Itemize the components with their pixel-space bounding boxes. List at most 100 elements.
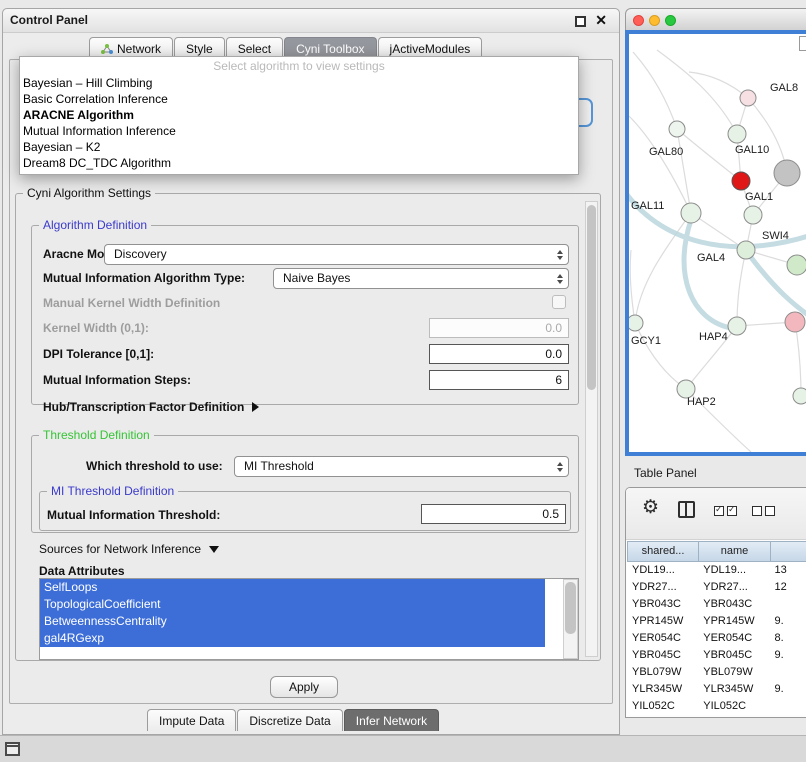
algorithm-option[interactable]: Bayesian – K2 [20, 139, 578, 155]
panel-title: Control Panel [10, 13, 88, 27]
dropdown-arrows-icon [557, 462, 563, 472]
which-threshold-select[interactable]: MI Threshold [234, 456, 569, 477]
unselect-all-columns-icon[interactable] [752, 506, 775, 516]
network-node[interactable] [728, 317, 746, 335]
algorithm-option[interactable]: Basic Correlation Inference [20, 91, 578, 107]
mi-type-select[interactable]: Naive Bayes [273, 268, 569, 289]
column-header-partial[interactable] [771, 541, 806, 562]
algorithm-option[interactable]: ARACNE Algorithm [20, 107, 578, 123]
cell-name: YBR043C [698, 596, 769, 613]
network-node[interactable] [737, 241, 755, 259]
aracne-mode-select[interactable]: Discovery [104, 244, 569, 265]
network-node-label: GAL8 [770, 82, 798, 94]
network-node[interactable] [785, 312, 805, 332]
canvas-scrollbar-button[interactable] [799, 36, 806, 51]
tab-label: Network [117, 42, 161, 56]
network-node[interactable] [793, 388, 806, 404]
column-header-shared-name[interactable]: shared... [627, 541, 699, 562]
restore-panel-icon[interactable] [5, 742, 20, 756]
table-row[interactable]: YBR045C YBR045C 9. [627, 647, 806, 664]
attribute-list-item[interactable]: TopologicalCoefficient [40, 596, 545, 613]
minimize-window-icon[interactable] [649, 15, 660, 26]
attributes-scrollbar-thumb[interactable] [565, 582, 576, 634]
table-row[interactable]: YBR043C YBR043C [627, 596, 806, 613]
network-node[interactable] [629, 315, 643, 331]
cell-name: YPR145W [698, 613, 769, 630]
attributes-scrollbar[interactable] [563, 579, 578, 659]
cell-value: 9. [769, 647, 806, 664]
unchecked-box-icon [765, 506, 775, 516]
network-node-label: HAP4 [699, 331, 728, 343]
tab-discretize-data[interactable]: Discretize Data [237, 709, 342, 731]
tab-infer-network[interactable]: Infer Network [344, 709, 439, 731]
attribute-list-item[interactable]: SelfLoops [40, 579, 545, 596]
mi-type-label: Mutual Information Algorithm Type: [43, 271, 245, 285]
algorithm-popup-placeholder: Select algorithm to view settings [20, 58, 578, 75]
hub-definition-section[interactable]: Hub/Transcription Factor Definition [43, 400, 259, 414]
table-row[interactable]: YPR145W YPR145W 9. [627, 613, 806, 630]
checked-box-icon [714, 506, 724, 516]
network-node[interactable] [744, 206, 762, 224]
network-node[interactable] [774, 160, 800, 186]
algorithm-dropdown-popup: Select algorithm to view settings Bayesi… [19, 56, 579, 175]
zoom-window-icon[interactable] [665, 15, 676, 26]
network-node[interactable] [732, 172, 750, 190]
algorithm-option[interactable]: Mutual Information Inference [20, 123, 578, 139]
attribute-list-item[interactable]: gal4RGexp [40, 630, 545, 647]
network-tab-icon [101, 43, 113, 55]
close-window-icon[interactable] [633, 15, 644, 26]
cell-name: YER054C [698, 630, 769, 647]
float-panel-icon[interactable] [575, 16, 586, 27]
mi-steps-input[interactable]: 6 [429, 370, 569, 390]
cell-name: YBL079W [698, 664, 769, 681]
table-row[interactable]: YDR27... YDR27... 12 [627, 579, 806, 596]
network-node[interactable] [669, 121, 685, 137]
dpi-tolerance-input[interactable]: 0.0 [429, 344, 569, 364]
table-row[interactable]: YER054C YER054C 8. [627, 630, 806, 647]
attribute-list-item[interactable]: BetweennessCentrality [40, 613, 545, 630]
cell-value: 13 [769, 562, 806, 579]
apply-button[interactable]: Apply [270, 676, 338, 698]
tab-impute-data[interactable]: Impute Data [147, 709, 236, 731]
cell-value: 8. [769, 630, 806, 647]
gear-icon[interactable]: ⚙ [642, 498, 659, 517]
table-row[interactable]: YLR345W YLR345W 9. [627, 681, 806, 698]
table-row[interactable]: YBL079W YBL079W [627, 664, 806, 681]
network-canvas-frame: GAL8GAL80GAL10GAL11GAL1SWI4GAL4GCY1HAP4H… [625, 30, 806, 456]
network-graph: GAL8GAL80GAL10GAL11GAL1SWI4GAL4GCY1HAP4H… [629, 34, 806, 452]
network-node[interactable] [681, 203, 701, 223]
close-panel-icon[interactable]: ✕ [595, 12, 607, 29]
cell-name: YIL052C [698, 698, 769, 715]
column-header-name[interactable]: name [699, 541, 771, 562]
mi-threshold-label: Mutual Information Threshold: [47, 508, 220, 522]
manual-kernel-checkbox[interactable] [552, 295, 566, 309]
data-attributes-list[interactable]: SelfLoopsTopologicalCoefficientBetweenne… [39, 578, 579, 660]
cell-name: YBR045C [698, 647, 769, 664]
table-row[interactable]: YDL19... YDL19... 13 [627, 562, 806, 579]
network-node[interactable] [740, 90, 756, 106]
algorithm-option[interactable]: Bayesian – Hill Climbing [20, 75, 578, 91]
network-node[interactable] [787, 255, 806, 275]
mi-threshold-input[interactable]: 0.5 [421, 504, 566, 524]
kernel-width-input[interactable]: 0.0 [429, 318, 569, 338]
sources-section-header[interactable]: Sources for Network Inference [39, 542, 219, 556]
cyni-settings-group-title: Cyni Algorithm Settings [23, 186, 155, 200]
control-panel-titlebar[interactable]: Control Panel ✕ [3, 9, 619, 33]
settings-scrollbar-thumb[interactable] [587, 205, 596, 390]
table-toolbar: ⚙ [626, 488, 806, 540]
columns-icon[interactable] [678, 501, 695, 518]
network-node-label: SWI4 [762, 230, 789, 242]
settings-scrollbar[interactable] [585, 201, 598, 657]
algorithm-option[interactable]: Dream8 DC_TDC Algorithm [20, 155, 578, 171]
network-window-titlebar[interactable] [625, 8, 806, 30]
network-node[interactable] [728, 125, 746, 143]
network-canvas[interactable]: GAL8GAL80GAL10GAL11GAL1SWI4GAL4GCY1HAP4H… [629, 34, 806, 452]
cell-shared-name: YPR145W [627, 613, 698, 630]
collapse-arrow-icon[interactable] [209, 546, 219, 553]
select-all-columns-icon[interactable] [714, 506, 737, 516]
table-row[interactable]: YIL052C YIL052C [627, 698, 806, 715]
data-attributes-label: Data Attributes [39, 564, 125, 578]
expand-arrow-icon[interactable] [252, 402, 259, 412]
cell-value: 9. [769, 613, 806, 630]
dpi-tolerance-label: DPI Tolerance [0,1]: [43, 347, 154, 361]
